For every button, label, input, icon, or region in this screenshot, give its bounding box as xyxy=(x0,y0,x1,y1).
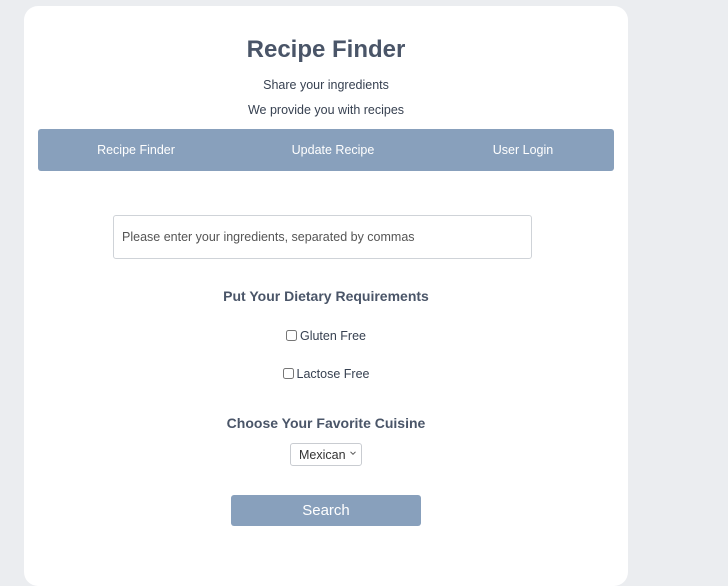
dietary-heading: Put Your Dietary Requirements xyxy=(223,288,429,304)
search-button[interactable]: Search xyxy=(231,495,421,526)
nav-item-recipe-finder[interactable]: Recipe Finder xyxy=(56,129,216,171)
cuisine-heading: Choose Your Favorite Cuisine xyxy=(226,415,426,431)
nav-item-update-recipe[interactable]: Update Recipe xyxy=(253,129,413,171)
lactose-free-label: Lactose Free xyxy=(296,367,370,381)
cuisine-select[interactable]: Mexican xyxy=(290,443,362,466)
nav-item-user-login[interactable]: User Login xyxy=(443,129,603,171)
page-title: Recipe Finder xyxy=(246,36,406,63)
cuisine-select-wrapper: Mexican xyxy=(290,443,362,466)
recipe-finder-card: Recipe Finder Share your ingredients We … xyxy=(24,6,628,586)
gluten-free-option: Gluten Free xyxy=(24,329,628,343)
subtitle-provide: We provide you with recipes xyxy=(247,103,405,117)
main-nav-bar: Recipe Finder Update Recipe User Login xyxy=(38,129,614,171)
gluten-free-label: Gluten Free xyxy=(299,329,366,343)
ingredients-input[interactable] xyxy=(113,215,532,259)
lactose-free-option: Lactose Free xyxy=(24,367,628,381)
subtitle-share: Share your ingredients xyxy=(263,78,389,92)
gluten-free-checkbox[interactable] xyxy=(285,330,297,341)
lactose-free-checkbox[interactable] xyxy=(282,368,294,379)
